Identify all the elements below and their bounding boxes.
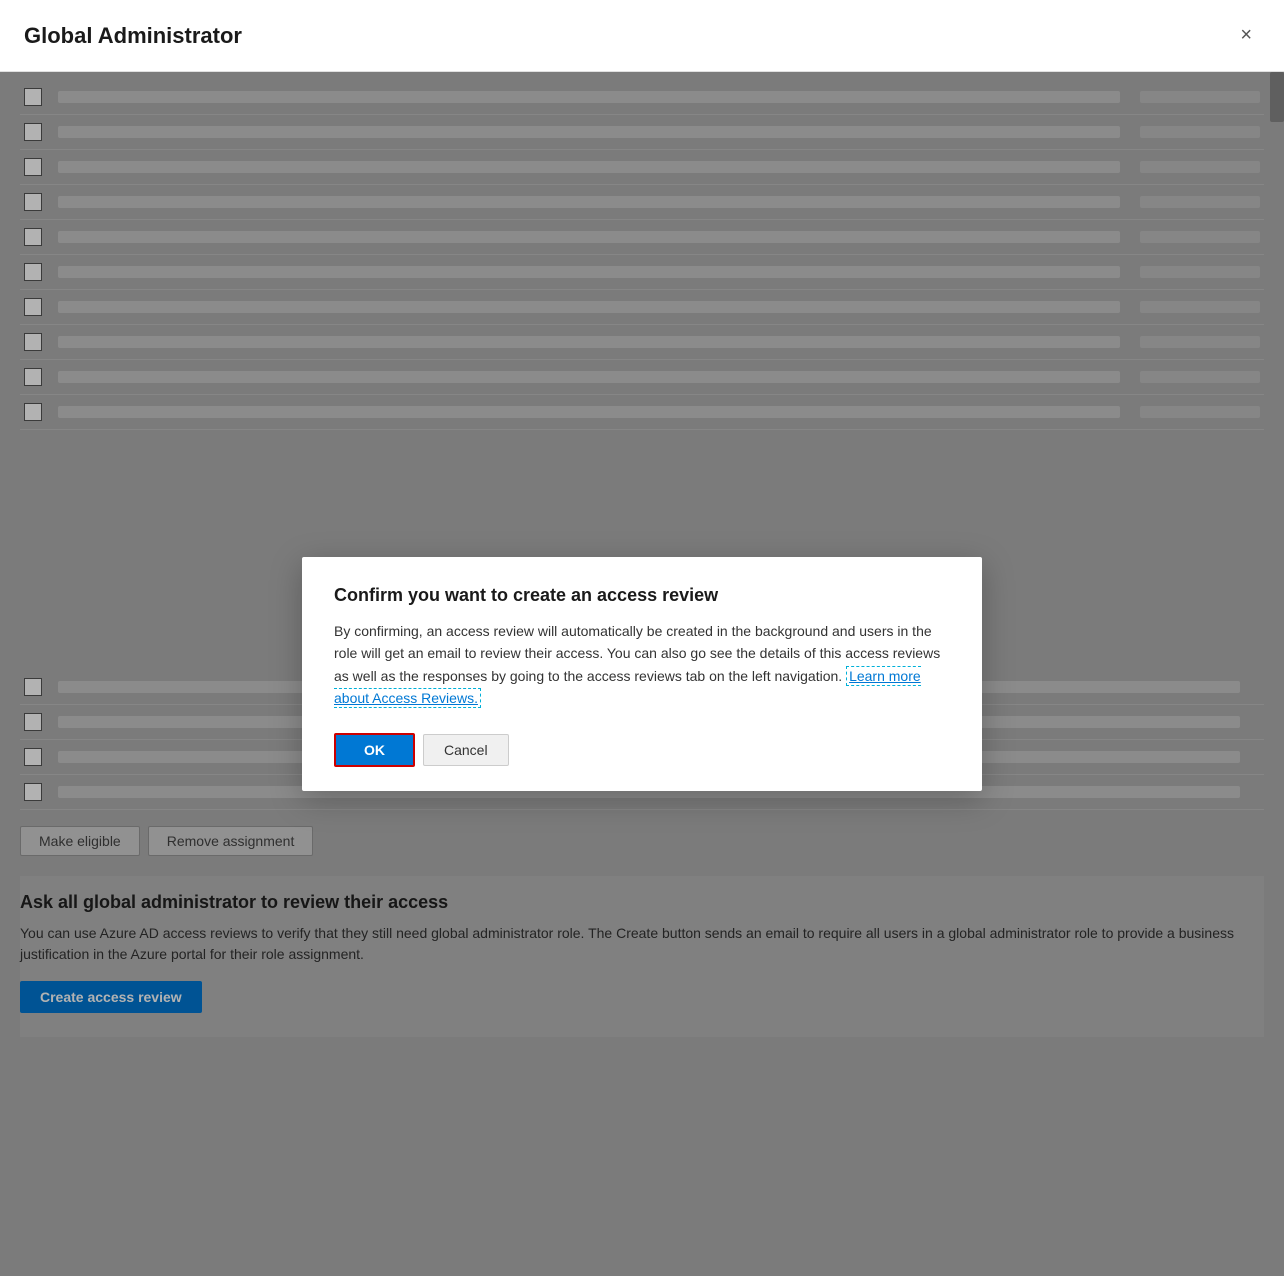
modal-header: Global Administrator ×: [0, 0, 1284, 72]
confirm-dialog: Confirm you want to create an access rev…: [302, 557, 982, 792]
confirm-dialog-body: By confirming, an access review will aut…: [334, 620, 950, 710]
close-button[interactable]: ×: [1232, 20, 1260, 51]
ok-button[interactable]: OK: [334, 733, 415, 767]
confirm-overlay: Confirm you want to create an access rev…: [0, 72, 1284, 1276]
cancel-button[interactable]: Cancel: [423, 734, 509, 766]
main-panel: Global Administrator ×: [0, 0, 1284, 1276]
confirm-dialog-title: Confirm you want to create an access rev…: [334, 585, 950, 606]
confirm-actions: OK Cancel: [334, 733, 950, 767]
modal-title: Global Administrator: [24, 23, 242, 49]
content-area: Make eligible Remove assignment Ask all …: [0, 72, 1284, 1276]
